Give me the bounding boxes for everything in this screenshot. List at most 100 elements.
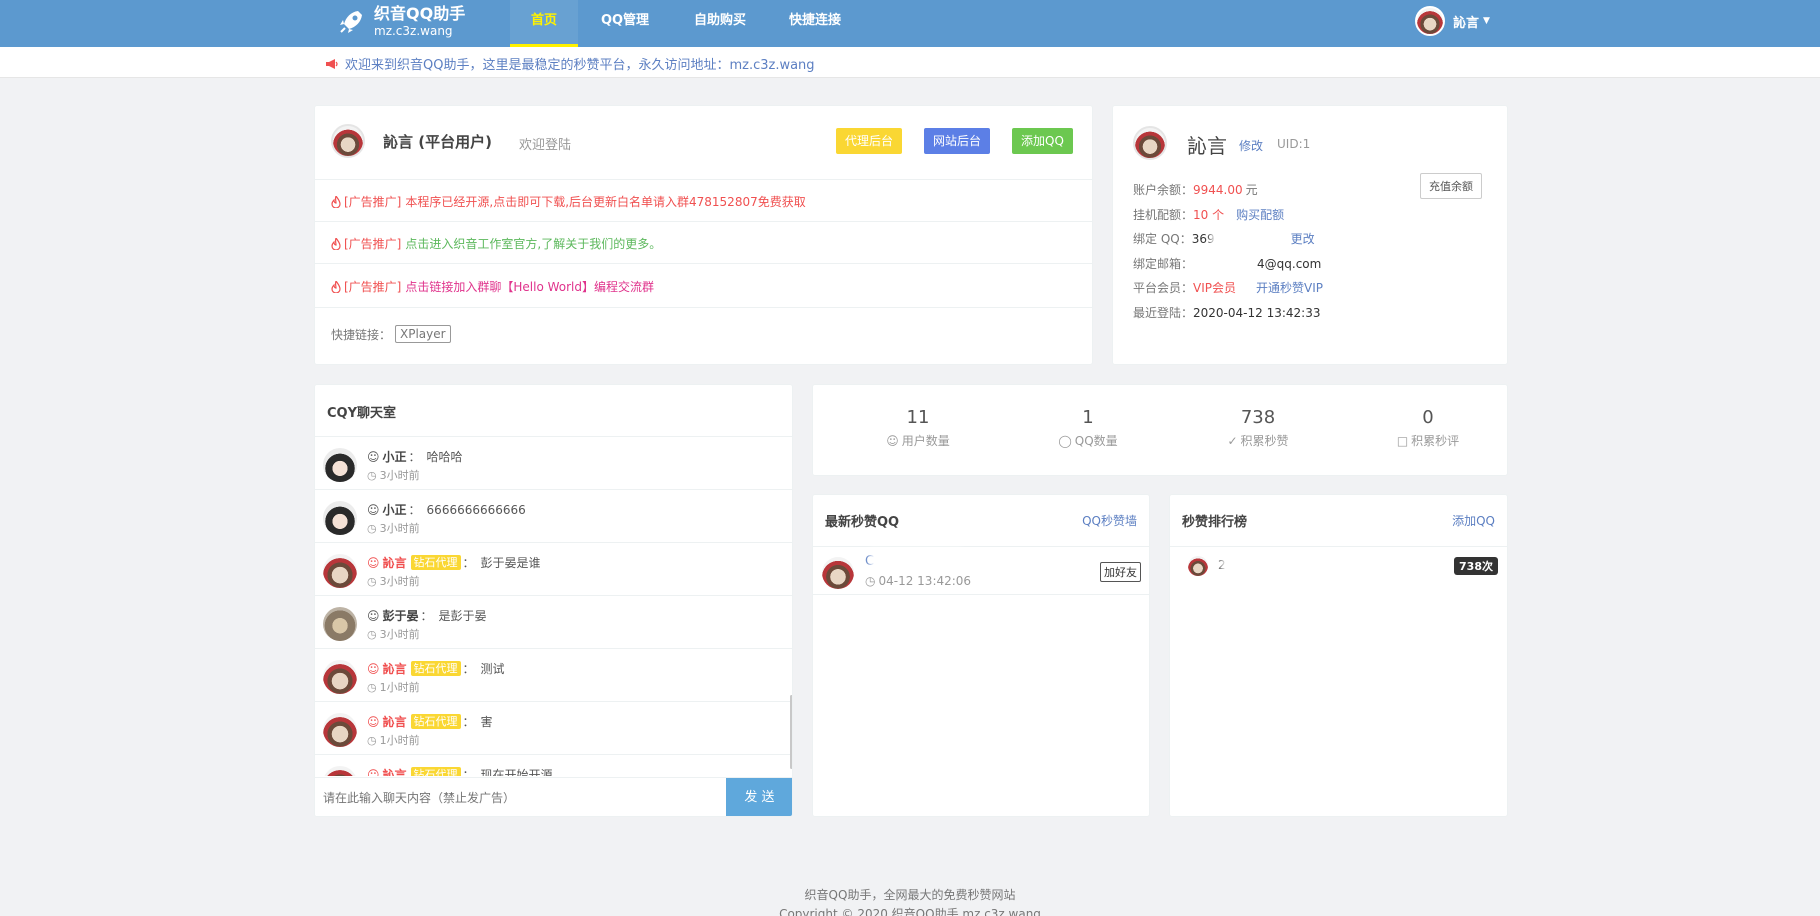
qq-like-wall-link[interactable]: QQ秒赞墙 xyxy=(1082,512,1137,529)
chat-username: 彭于晏 xyxy=(382,609,419,623)
quick-links-label: 快捷链接： xyxy=(331,327,392,342)
chat-text: 是彭于晏 xyxy=(438,609,487,623)
latest-time: 04-12 13:42:06 xyxy=(878,574,972,588)
stat-number: 11 xyxy=(906,407,930,428)
chat-time: 3小时前 xyxy=(379,575,420,588)
agent-admin-button[interactable]: 代理后台 xyxy=(836,128,903,154)
ad-tag: [广告推广] xyxy=(344,195,402,209)
clock-icon: ◷ xyxy=(865,574,876,588)
chat-message-list[interactable]: ☺ 小正：哈哈哈 ◷ 3小时前 ☺ 小正： 6666666666666 ◷ 3小时前 ☺ 訫… xyxy=(315,437,792,776)
quota-row: 挂机配额： 10 个 购买配额 xyxy=(1133,206,1284,223)
welcome-greeting: 欢迎登陆 xyxy=(519,138,572,153)
change-qq-link[interactable]: 更改 xyxy=(1291,230,1315,247)
qq-row: 绑定 QQ： 369 更改 xyxy=(1133,230,1315,247)
add-friend-button[interactable]: 加好友 xyxy=(1100,562,1141,582)
chat-message: ☺ 小正： 6666666666666 ◷ 3小时前 xyxy=(315,490,792,543)
chat-text: 现在开始开源 xyxy=(480,768,553,776)
buy-quota-link[interactable]: 购买配额 xyxy=(1236,206,1284,223)
chat-scrollbar[interactable] xyxy=(790,695,792,769)
site-admin-button[interactable]: 网站后台 xyxy=(924,128,991,154)
recharge-button[interactable]: 充值余额 xyxy=(1420,173,1482,199)
nav-home[interactable]: 首页 xyxy=(510,0,578,47)
diamond-agent-badge: 钻石代理 xyxy=(410,714,461,729)
chat-text: 哈哈哈 xyxy=(426,450,463,464)
send-button[interactable]: 发 送 xyxy=(726,778,792,816)
divider xyxy=(315,307,1092,308)
chat-message: ☺ 訫言 钻石代理： 彭于晏是谁 ◷ 3小时前 xyxy=(315,543,792,596)
stats-card: 11 ☺ 用户数量 1 ◯ QQ数量 738 ✓ 积累秒赞 0 □ 积累秒评 xyxy=(812,384,1508,476)
stat-number: 0 xyxy=(1422,407,1434,428)
divider xyxy=(315,263,1092,264)
email-label: 绑定邮箱： xyxy=(1133,257,1194,271)
user-icon: ☺ xyxy=(367,661,380,676)
latest-title: 最新秒赞QQ xyxy=(825,515,900,530)
nav-self-purchase[interactable]: 自助购买 xyxy=(680,0,760,47)
nav-quick-links[interactable]: 快捷连接 xyxy=(775,0,855,47)
open-vip-link[interactable]: 开通秒赞VIP xyxy=(1256,279,1323,296)
fire-icon xyxy=(331,280,341,293)
clock-icon: ◷ xyxy=(367,521,377,535)
latest-qq-name[interactable]: C xyxy=(865,554,874,569)
ad-tag: [广告推广] xyxy=(344,237,402,251)
chat-text: 彭于晏是谁 xyxy=(480,556,541,570)
chat-time: 1小时前 xyxy=(379,734,420,747)
ranking-title: 秒赞排行榜 xyxy=(1182,515,1248,530)
avatar xyxy=(1415,6,1445,36)
add-qq-link[interactable]: 添加QQ xyxy=(1452,512,1495,529)
chat-separator: ： xyxy=(408,503,421,517)
chat-separator: ： xyxy=(462,768,475,776)
fire-icon xyxy=(331,195,341,208)
qq-label: 绑定 QQ： xyxy=(1133,232,1192,246)
user-menu[interactable]: 訫言 ▼ xyxy=(1415,6,1490,36)
chat-separator: ： xyxy=(462,715,475,729)
chat-message: ☺ 小正： 哈哈哈 ◷ 3小时前 xyxy=(315,437,792,490)
brand-title: 织音QQ助手 xyxy=(374,4,466,23)
chat-message: ☺ 訫言 钻石代理： 测试 ◷ 1小时前 xyxy=(315,649,792,702)
stat-comments: 0 □ 积累秒评 xyxy=(1348,407,1508,449)
clock-icon: ◷ xyxy=(367,627,377,641)
user-icon: ☺ xyxy=(367,502,380,517)
edit-link[interactable]: 修改 xyxy=(1239,137,1263,154)
account-name: 訫言 xyxy=(1187,134,1227,158)
brand-domain: mz.c3z.wang xyxy=(374,24,453,38)
chat-input[interactable] xyxy=(315,778,727,816)
member-label: 平台会员： xyxy=(1133,281,1194,295)
chat-separator: ： xyxy=(462,556,475,570)
ad-tag: [广告推广] xyxy=(344,280,402,294)
stat-number: 738 xyxy=(1240,407,1276,428)
brand-logo[interactable]: 织音QQ助手 mz.c3z.wang xyxy=(336,5,465,39)
footer-slogan: 织音QQ助手，全网最大的免费秒赞网站 xyxy=(804,888,1016,902)
avatar xyxy=(1188,556,1208,576)
chat-username: 訫言 xyxy=(382,715,407,729)
add-qq-button[interactable]: 添加QQ xyxy=(1012,128,1073,154)
member-value: VIP会员 xyxy=(1193,281,1237,295)
nav-qq-manage[interactable]: QQ管理 xyxy=(590,0,660,47)
quick-link-xplayer[interactable]: XPlayer xyxy=(395,325,451,343)
last-login-value: 2020-04-12 13:42:33 xyxy=(1193,305,1321,320)
stat-label: QQ数量 xyxy=(1074,434,1118,448)
notice-text: 欢迎来到织音QQ助手，这里是最稳定的秒赞平台，永久访问地址：mz.c3z.wan… xyxy=(345,58,815,73)
stat-label: 用户数量 xyxy=(901,434,950,448)
chat-text: 害 xyxy=(480,715,493,729)
ad-item[interactable]: [广告推广] 点击链接加入群聊【Hello World】编程交流群 xyxy=(331,278,654,295)
diamond-agent-badge: 钻石代理 xyxy=(410,767,461,776)
ranking-item: 2 738次 xyxy=(1170,547,1507,583)
rocket-icon xyxy=(340,11,362,33)
comment-icon: □ xyxy=(1396,433,1409,448)
last-login-row: 最近登陆： 2020-04-12 13:42:33 xyxy=(1133,304,1320,321)
chat-text: 测试 xyxy=(480,662,505,676)
ad-text: 本程序已经开源,点击即可下载,后台更新白名单请入群478152807免费获取 xyxy=(405,195,806,209)
stat-qq: 1 ◯ QQ数量 xyxy=(1008,407,1168,449)
avatar xyxy=(323,660,357,694)
avatar xyxy=(323,554,357,588)
ranking-qq-name: 2 xyxy=(1218,558,1226,572)
user-icon: ☺ xyxy=(367,555,380,570)
chat-username: 訫言 xyxy=(382,662,407,676)
caret-down-icon: ▼ xyxy=(1483,16,1490,26)
ad-item[interactable]: [广告推广] 点击进入织音工作室官方,了解关于我们的更多。 xyxy=(331,235,661,252)
ad-item[interactable]: [广告推广] 本程序已经开源,点击即可下载,后台更新白名单请入群47815280… xyxy=(331,193,806,210)
uid-label: UID:1 xyxy=(1277,137,1311,151)
chat-username: 小正 xyxy=(382,503,407,517)
stat-label: 积累秒赞 xyxy=(1240,434,1289,448)
thumb-up-icon: ✓ xyxy=(1227,433,1238,448)
